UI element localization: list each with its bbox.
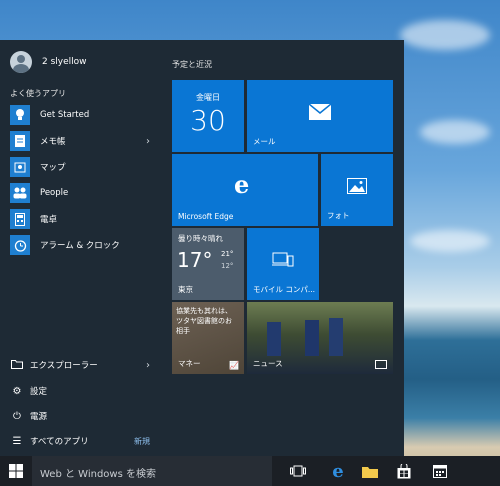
gear-icon: ⚙ (12, 385, 22, 397)
edge-icon: e (234, 170, 250, 199)
tiles-group-header: 予定と近況 (172, 60, 212, 69)
app-label: Get Started (40, 110, 90, 120)
file-explorer-item[interactable]: エクスプローラー › (0, 354, 160, 376)
settings-label: 設定 (30, 387, 48, 397)
app-label: People (40, 188, 69, 198)
weather-high: 21° (221, 250, 234, 258)
app-item-calculator[interactable]: 電卓 (0, 207, 160, 231)
edge-taskbar-button[interactable]: e (322, 456, 354, 486)
app-label: メモ帳 (40, 137, 66, 147)
mail-tile[interactable]: メール (247, 80, 393, 152)
app-label: アラーム & クロック (40, 241, 120, 251)
news-photo-figure (267, 322, 281, 356)
user-account[interactable]: 2 slyellow (10, 50, 87, 74)
mail-icon (309, 104, 331, 120)
app-item-get-started[interactable]: Get Started (0, 103, 160, 127)
edge-tile[interactable]: e Microsoft Edge (172, 154, 318, 226)
power-label: 電源 (30, 412, 48, 422)
all-apps-label: すべてのアプリ (30, 437, 89, 447)
calendar-icon (433, 465, 447, 478)
app-item-alarms-clock[interactable]: アラーム & クロック (0, 233, 160, 257)
mail-label: メール (253, 137, 276, 146)
search-placeholder: Web と Windows を検索 (40, 469, 156, 480)
file-explorer-taskbar-button[interactable] (354, 456, 386, 486)
explorer-label: エクスプローラー (30, 361, 98, 371)
user-name: 2 slyellow (42, 57, 87, 67)
search-box[interactable]: Web と Windows を検索 (32, 456, 272, 486)
news-photo-figure (305, 320, 319, 356)
money-headline: 協業先も其れは、 ツタヤ図書館のお 相手 (176, 307, 232, 335)
weather-tile[interactable]: 曇り時々晴れ 17° 21° 12° 東京 (172, 228, 244, 300)
settings-item[interactable]: ⚙ 設定 (0, 380, 160, 402)
lightbulb-icon (10, 105, 30, 125)
start-menu: 2 slyellow よく使うアプリ Get Started メモ帳 › マップ… (0, 40, 404, 456)
money-tile[interactable]: 協業先も其れは、 ツタヤ図書館のお 相手 マネー 📈 (172, 302, 244, 374)
photos-tile[interactable]: フォト (321, 154, 393, 226)
app-item-people[interactable]: People (0, 181, 160, 205)
phone-companion-tile[interactable]: モバイル コンパ... (247, 228, 319, 300)
power-item[interactable]: ⏻ 電源 (0, 405, 160, 427)
power-icon: ⏻ (13, 410, 21, 422)
list-icon: ☰ (12, 435, 22, 447)
notepad-icon (10, 131, 30, 151)
weather-condition: 曇り時々晴れ (178, 234, 223, 243)
calendar-day: 金曜日 (196, 93, 220, 102)
edge-icon: e (332, 460, 344, 482)
maps-icon (10, 157, 30, 177)
weather-low: 12° (221, 262, 234, 270)
chevron-right-icon[interactable]: › (146, 360, 150, 371)
taskbar: Web と Windows を検索 e (0, 456, 500, 486)
task-view-button[interactable] (282, 456, 314, 486)
avatar (10, 51, 32, 73)
calendar-taskbar-button[interactable] (424, 456, 456, 486)
calendar-date: 30 (190, 104, 226, 137)
calendar-tile[interactable]: 金曜日 30 (172, 80, 244, 152)
newspaper-icon (375, 360, 387, 369)
folder-icon (10, 359, 24, 372)
app-label: マップ (40, 163, 66, 173)
money-label: マネー (178, 359, 201, 368)
phone-label: モバイル コンパ... (253, 285, 316, 294)
new-badge: 新規 (134, 436, 150, 446)
calculator-icon (10, 209, 30, 229)
alarm-clock-icon (10, 235, 30, 255)
app-item-notepad[interactable]: メモ帳 › (0, 129, 160, 153)
chevron-right-icon[interactable]: › (146, 136, 150, 147)
people-icon (10, 183, 30, 203)
most-used-header: よく使うアプリ (10, 89, 66, 98)
app-item-maps[interactable]: マップ (0, 155, 160, 179)
edge-label: Microsoft Edge (178, 212, 234, 221)
news-photo-figure (329, 318, 343, 356)
weather-city: 東京 (178, 285, 193, 294)
start-button[interactable] (0, 456, 32, 486)
news-label: ニュース (253, 359, 283, 368)
app-label: 電卓 (40, 215, 58, 225)
all-apps-item[interactable]: ☰ すべてのアプリ 新規 (0, 430, 160, 452)
chart-icon: 📈 (229, 361, 239, 370)
weather-temp: 17° (177, 248, 213, 272)
store-icon (397, 463, 411, 478)
news-tile[interactable]: ニュース (247, 302, 393, 374)
store-taskbar-button[interactable] (388, 456, 420, 486)
photo-icon (347, 178, 367, 194)
file-explorer-icon (362, 466, 378, 478)
windows-start-icon (9, 464, 23, 478)
phone-laptop-icon (272, 252, 294, 267)
task-view-icon (290, 465, 306, 477)
photos-label: フォト (327, 211, 350, 220)
